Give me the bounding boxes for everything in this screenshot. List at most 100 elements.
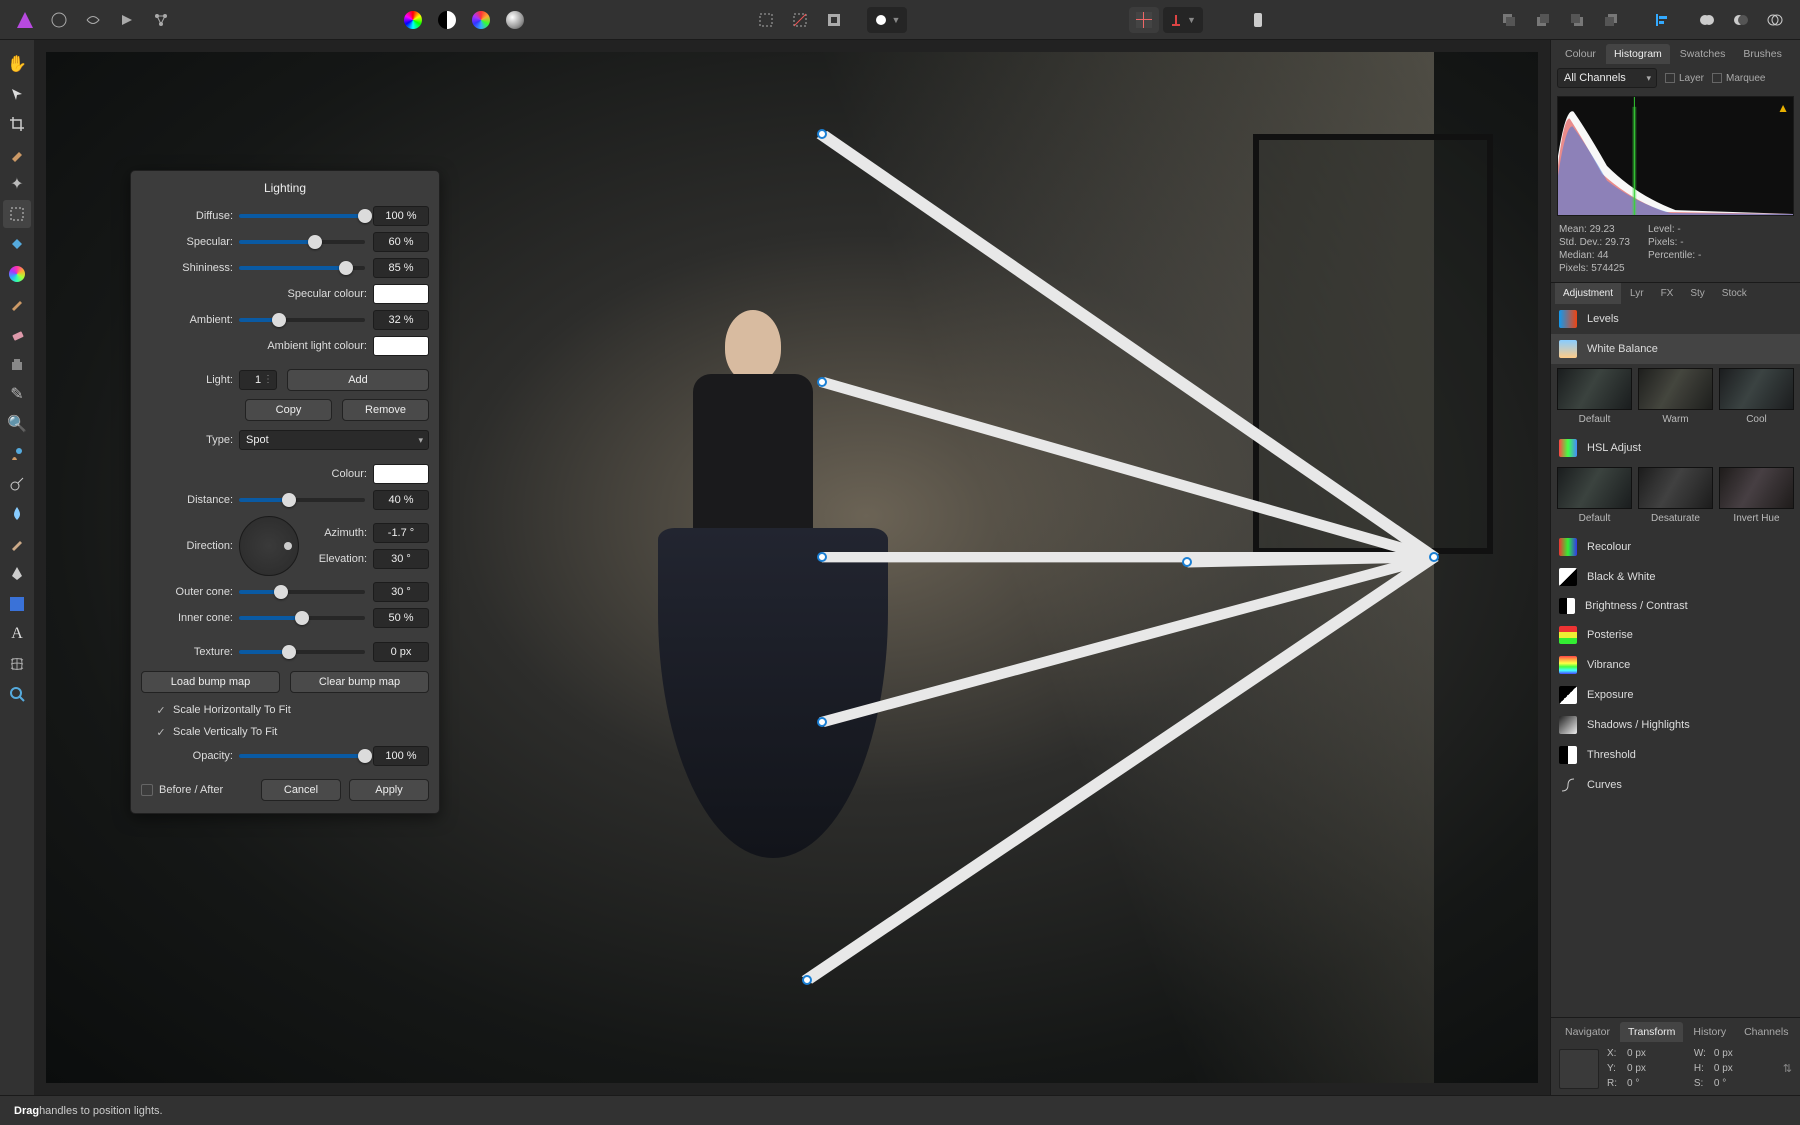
tab-history[interactable]: History xyxy=(1685,1022,1734,1042)
eraser-icon[interactable] xyxy=(3,320,31,348)
preset-invert-hue[interactable]: Invert Hue xyxy=(1719,467,1794,524)
y-field[interactable]: 0 px xyxy=(1627,1063,1688,1074)
swatch-soft-icon[interactable] xyxy=(500,7,530,33)
opacity-value[interactable]: 100 % xyxy=(373,746,429,766)
inner-value[interactable]: 50 % xyxy=(373,608,429,628)
arrange-backward-icon[interactable] xyxy=(1528,7,1558,33)
marquee-rect-icon[interactable] xyxy=(751,7,781,33)
swatch-rgb-icon[interactable] xyxy=(466,7,496,33)
selection-brush-icon[interactable] xyxy=(3,140,31,168)
direction-dial[interactable] xyxy=(239,516,299,576)
copy-button[interactable]: Copy xyxy=(245,399,332,421)
load-bump-button[interactable]: Load bump map xyxy=(141,671,280,693)
ambient-slider[interactable] xyxy=(239,318,365,322)
r-field[interactable]: 0 ° xyxy=(1627,1078,1688,1089)
spec-colour-swatch[interactable] xyxy=(373,284,429,304)
diffuse-value[interactable]: 100 % xyxy=(373,206,429,226)
adj-shadows-highlights[interactable]: Shadows / Highlights xyxy=(1551,710,1800,740)
distance-slider[interactable] xyxy=(239,498,365,502)
tab-navigator[interactable]: Navigator xyxy=(1557,1022,1618,1042)
scale-h-checkbox[interactable]: ✓Scale Horizontally To Fit xyxy=(141,699,429,721)
crop-tool-icon[interactable] xyxy=(3,110,31,138)
ambient-value[interactable]: 32 % xyxy=(373,310,429,330)
mesh-warp-icon[interactable] xyxy=(3,650,31,678)
x-field[interactable]: 0 px xyxy=(1627,1048,1688,1059)
outer-value[interactable]: 30 ° xyxy=(373,582,429,602)
pen-tool-icon[interactable] xyxy=(3,560,31,588)
scale-v-checkbox[interactable]: ✓Scale Vertically To Fit xyxy=(141,721,429,743)
diffuse-slider[interactable] xyxy=(239,214,365,218)
flood-fill-icon[interactable] xyxy=(3,230,31,258)
tab-adjustment[interactable]: Adjustment xyxy=(1555,283,1621,304)
quickmask-dropdown[interactable]: ▼ xyxy=(867,7,907,33)
boolean-add-icon[interactable] xyxy=(1692,7,1722,33)
tab-channels[interactable]: Channels xyxy=(1736,1022,1796,1042)
persona-photo-icon[interactable] xyxy=(44,7,74,33)
arrange-back-icon[interactable] xyxy=(1494,7,1524,33)
persona-export-icon[interactable] xyxy=(146,7,176,33)
assistant-icon[interactable] xyxy=(1243,7,1273,33)
preset-cool[interactable]: Cool xyxy=(1719,368,1794,425)
tab-colour[interactable]: Colour xyxy=(1557,44,1604,64)
view-tool-icon[interactable] xyxy=(3,680,31,708)
shininess-value[interactable]: 85 % xyxy=(373,258,429,278)
adj-recolour[interactable]: Recolour xyxy=(1551,532,1800,562)
tab-stock[interactable]: Stock xyxy=(1714,283,1755,304)
hand-tool-icon[interactable]: ✋ xyxy=(3,50,31,78)
shape-tool-icon[interactable] xyxy=(3,590,31,618)
tab-styles[interactable]: Sty xyxy=(1682,283,1712,304)
adj-levels[interactable]: Levels xyxy=(1551,304,1800,334)
preset-default[interactable]: Default xyxy=(1557,467,1632,524)
preset-warm[interactable]: Warm xyxy=(1638,368,1713,425)
paintbrush-icon[interactable] xyxy=(3,290,31,318)
tab-histogram[interactable]: Histogram xyxy=(1606,44,1670,64)
light-target-handle[interactable] xyxy=(817,552,827,562)
pencil-icon[interactable]: ✎ xyxy=(3,380,31,408)
tab-fx[interactable]: FX xyxy=(1653,283,1682,304)
shininess-slider[interactable] xyxy=(239,266,365,270)
text-tool-icon[interactable]: A xyxy=(3,620,31,648)
light-origin-handle[interactable] xyxy=(1429,552,1439,562)
smudge-tool-icon[interactable] xyxy=(3,530,31,558)
clone-tool-icon[interactable] xyxy=(3,350,31,378)
arrange-forward-icon[interactable] xyxy=(1562,7,1592,33)
light-cone-handle[interactable] xyxy=(817,377,827,387)
light-cone-handle[interactable] xyxy=(817,717,827,727)
marquee-none-icon[interactable] xyxy=(785,7,815,33)
magic-wand-icon[interactable]: ✦ xyxy=(3,170,31,198)
adj-curves[interactable]: Curves xyxy=(1551,770,1800,800)
gradient-tool-icon[interactable] xyxy=(3,260,31,288)
tab-layers[interactable]: Lyr xyxy=(1622,283,1652,304)
apply-button[interactable]: Apply xyxy=(349,779,429,801)
h-field[interactable]: 0 px xyxy=(1714,1063,1775,1074)
adj-white-balance[interactable]: White Balance xyxy=(1551,334,1800,364)
light-cone-handle[interactable] xyxy=(817,129,827,139)
before-after-checkbox[interactable]: Before / After xyxy=(141,784,223,796)
boolean-intersect-icon[interactable] xyxy=(1760,7,1790,33)
tab-transform[interactable]: Transform xyxy=(1620,1022,1683,1042)
outer-slider[interactable] xyxy=(239,590,365,594)
preset-default[interactable]: Default xyxy=(1557,368,1632,425)
clear-bump-button[interactable]: Clear bump map xyxy=(290,671,429,693)
snapping-dropdown[interactable]: ▼ xyxy=(1163,7,1203,33)
type-select[interactable]: Spot xyxy=(239,430,429,450)
light-distance-handle[interactable] xyxy=(1182,557,1192,567)
specular-slider[interactable] xyxy=(239,240,365,244)
marquee-tool-icon[interactable] xyxy=(3,200,31,228)
lighting-panel[interactable]: Lighting Diffuse:100 % Specular:60 % Shi… xyxy=(130,170,440,814)
cancel-button[interactable]: Cancel xyxy=(261,779,341,801)
light-cone-handle[interactable] xyxy=(802,975,812,985)
w-field[interactable]: 0 px xyxy=(1714,1048,1775,1059)
light-colour-swatch[interactable] xyxy=(373,464,429,484)
texture-slider[interactable] xyxy=(239,650,365,654)
swatch-colorwheel-icon[interactable] xyxy=(398,7,428,33)
grid-toggle-icon[interactable] xyxy=(1129,7,1159,33)
zoom-tool-icon[interactable]: 🔍 xyxy=(3,410,31,438)
remove-button[interactable]: Remove xyxy=(342,399,429,421)
tab-swatches[interactable]: Swatches xyxy=(1672,44,1734,64)
specular-value[interactable]: 60 % xyxy=(373,232,429,252)
tab-brushes[interactable]: Brushes xyxy=(1735,44,1790,64)
move-tool-icon[interactable] xyxy=(3,80,31,108)
channels-select[interactable]: All Channels xyxy=(1557,68,1657,88)
marquee-checkbox[interactable]: Marquee xyxy=(1712,73,1765,84)
